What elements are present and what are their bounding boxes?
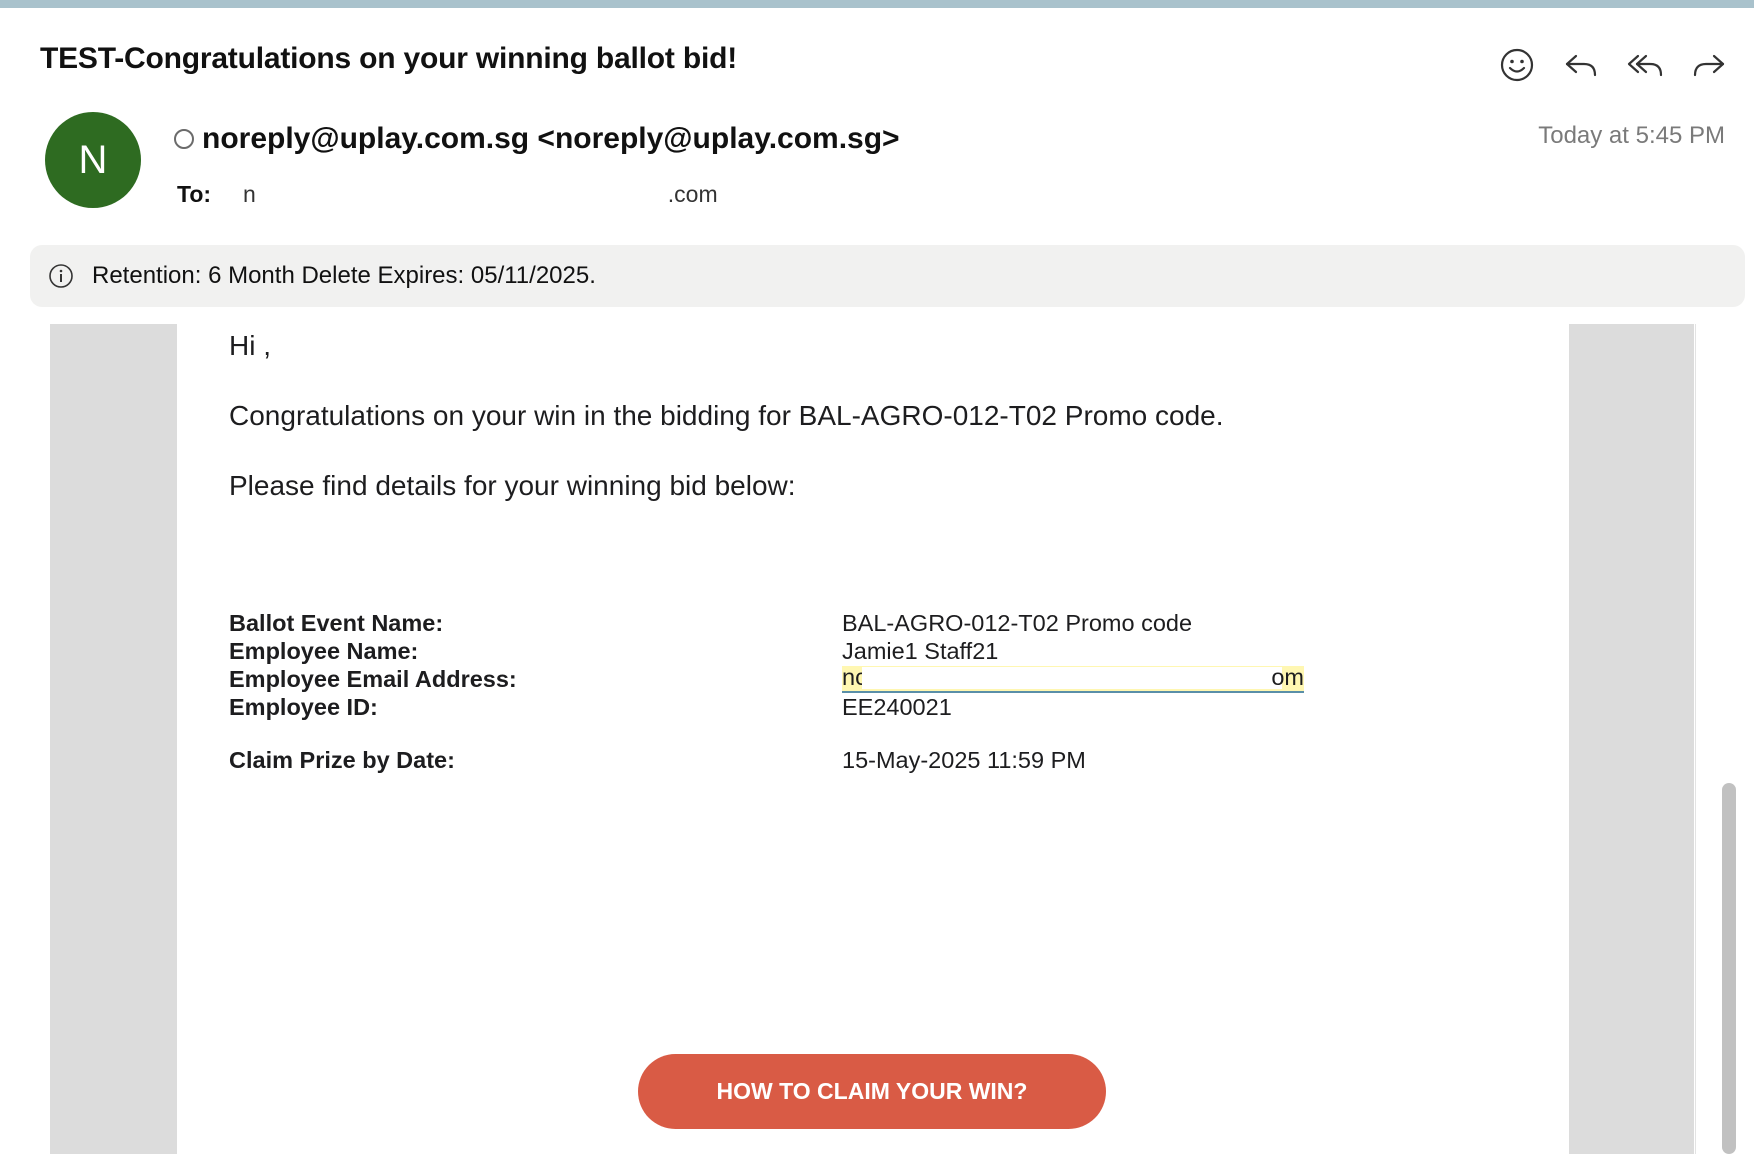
employee-id-value: EE240021 <box>842 694 952 720</box>
email-redaction <box>862 667 1282 689</box>
email-subject: TEST-Congratulations on your winning bal… <box>40 42 738 75</box>
emoji-reaction-icon <box>1500 48 1534 82</box>
info-icon <box>49 264 73 288</box>
recipient-redaction <box>255 182 668 202</box>
forward-icon <box>1693 54 1725 77</box>
congrats-text: Congratulations on your win in the biddi… <box>229 400 1224 431</box>
sender-row: noreply@uplay.com.sg <noreply@uplay.com.… <box>174 122 900 156</box>
message-actions-toolbar <box>1498 46 1728 84</box>
reply-all-icon <box>1627 54 1663 77</box>
claim-date-value: 15-May-2025 11:59 PM <box>842 747 1086 773</box>
scrollbar-thumb[interactable] <box>1722 783 1736 1154</box>
employee-name-value: Jamie1 Staff21 <box>842 638 999 664</box>
reply-button[interactable] <box>1562 46 1600 84</box>
sender-avatar[interactable]: N <box>45 112 141 208</box>
unread-status-dot-icon <box>174 129 194 149</box>
sender-address[interactable]: noreply@uplay.com.sg <noreply@uplay.com.… <box>202 122 900 156</box>
retention-banner: Retention: 6 Month Delete Expires: 05/11… <box>30 245 1745 307</box>
ballot-event-value: BAL-AGRO-012-T02 Promo code <box>842 610 1193 636</box>
emoji-reaction-button[interactable] <box>1498 46 1536 84</box>
employee-email-suffix: om <box>1271 664 1304 690</box>
reply-icon <box>1565 54 1597 77</box>
employee-name-label: Employee Name: <box>229 638 419 664</box>
details-intro-text: Please find details for your winning bid… <box>229 470 796 501</box>
greeting-text: Hi , <box>229 330 271 361</box>
recipient-suffix[interactable]: .com <box>668 181 718 208</box>
scroll-track <box>1695 324 1696 1154</box>
how-to-claim-button[interactable]: HOW TO CLAIM YOUR WIN? <box>638 1054 1106 1129</box>
ballot-event-label: Ballot Event Name: <box>229 610 444 636</box>
recipient-prefix[interactable]: n <box>243 181 256 208</box>
email-body-content: Hi , Congratulations on your win in the … <box>177 324 1569 1154</box>
employee-email-label: Employee Email Address: <box>229 666 517 692</box>
window-top-strip <box>0 0 1754 8</box>
received-date: Today at 5:45 PM <box>1538 122 1725 149</box>
employee-id-label: Employee ID: <box>229 694 378 720</box>
reply-all-button[interactable] <box>1626 46 1664 84</box>
recipient-row: To: n .com <box>177 181 718 208</box>
forward-button[interactable] <box>1690 46 1728 84</box>
claim-date-label: Claim Prize by Date: <box>229 747 455 773</box>
email-body-frame: Hi , Congratulations on your win in the … <box>50 324 1694 1154</box>
retention-text: Retention: 6 Month Delete Expires: 05/11… <box>92 262 596 289</box>
to-label: To: <box>177 181 212 207</box>
